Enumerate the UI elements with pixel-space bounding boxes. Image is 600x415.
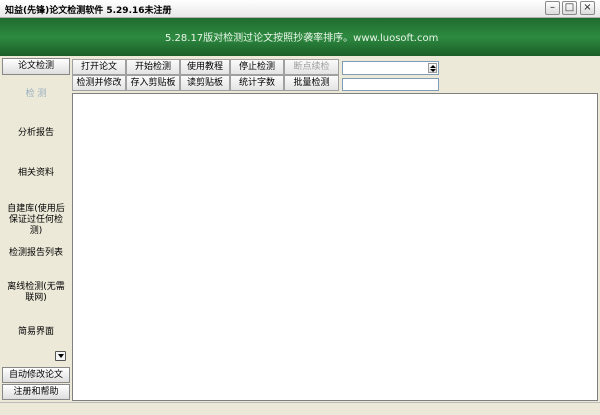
read-clipboard-button[interactable]: 读剪贴板: [180, 75, 230, 91]
sidebar-item-offline-check[interactable]: 离线检测(无需联网): [2, 282, 70, 304]
sidebar-scroll-down-icon[interactable]: [55, 351, 66, 361]
open-paper-button[interactable]: 打开论文: [72, 59, 126, 75]
banner-message: 5.28.17版对检测过论文按照抄袭率排序。www.luosoft.com: [165, 33, 439, 44]
batch-check-button[interactable]: 批量检测: [284, 75, 339, 91]
window-title: 知益(先锋)论文检测软件 5.29.16未注册: [5, 6, 172, 16]
paper-content-area[interactable]: [72, 93, 598, 401]
stop-check-button[interactable]: 停止检测: [230, 59, 284, 75]
sidebar-item-custom-library[interactable]: 自建库(使用后保证过任何检测): [2, 204, 70, 237]
sidebar-item-check[interactable]: 检 测: [2, 89, 70, 100]
resume-check-button[interactable]: 断点续检: [284, 59, 339, 75]
close-button[interactable]: ×: [580, 1, 595, 15]
save-clipboard-button[interactable]: 存入剪贴板: [126, 75, 180, 91]
minimize-button[interactable]: –: [545, 1, 560, 15]
status-bar: [0, 402, 600, 415]
title-bar: 知益(先锋)论文检测软件 5.29.16未注册 – □ ×: [0, 0, 600, 18]
maximize-button[interactable]: □: [562, 1, 577, 15]
tutorial-button[interactable]: 使用教程: [180, 59, 230, 75]
sidebar-item-simple-ui[interactable]: 简易界面: [2, 327, 70, 338]
mode-select[interactable]: [342, 61, 439, 75]
start-check-button[interactable]: 开始检测: [126, 59, 180, 75]
paper-check-tab[interactable]: 论文检测: [2, 58, 70, 75]
word-count-button[interactable]: 统计字数: [230, 75, 284, 91]
sidebar-item-report-list[interactable]: 检测报告列表: [2, 248, 70, 259]
banner: 5.28.17版对检测过论文按照抄袭率排序。www.luosoft.com: [0, 18, 600, 56]
sidebar-item-analysis-report[interactable]: 分析报告: [2, 128, 70, 139]
sidebar-item-related-info[interactable]: 相关资料: [2, 168, 70, 179]
check-and-modify-button[interactable]: 检测并修改: [72, 75, 126, 91]
spin-arrows-icon[interactable]: [428, 63, 437, 73]
register-help-button[interactable]: 注册和帮助: [2, 384, 70, 400]
auto-modify-button[interactable]: 自动修改论文: [2, 367, 70, 383]
toolbar-text-input[interactable]: [342, 78, 439, 91]
